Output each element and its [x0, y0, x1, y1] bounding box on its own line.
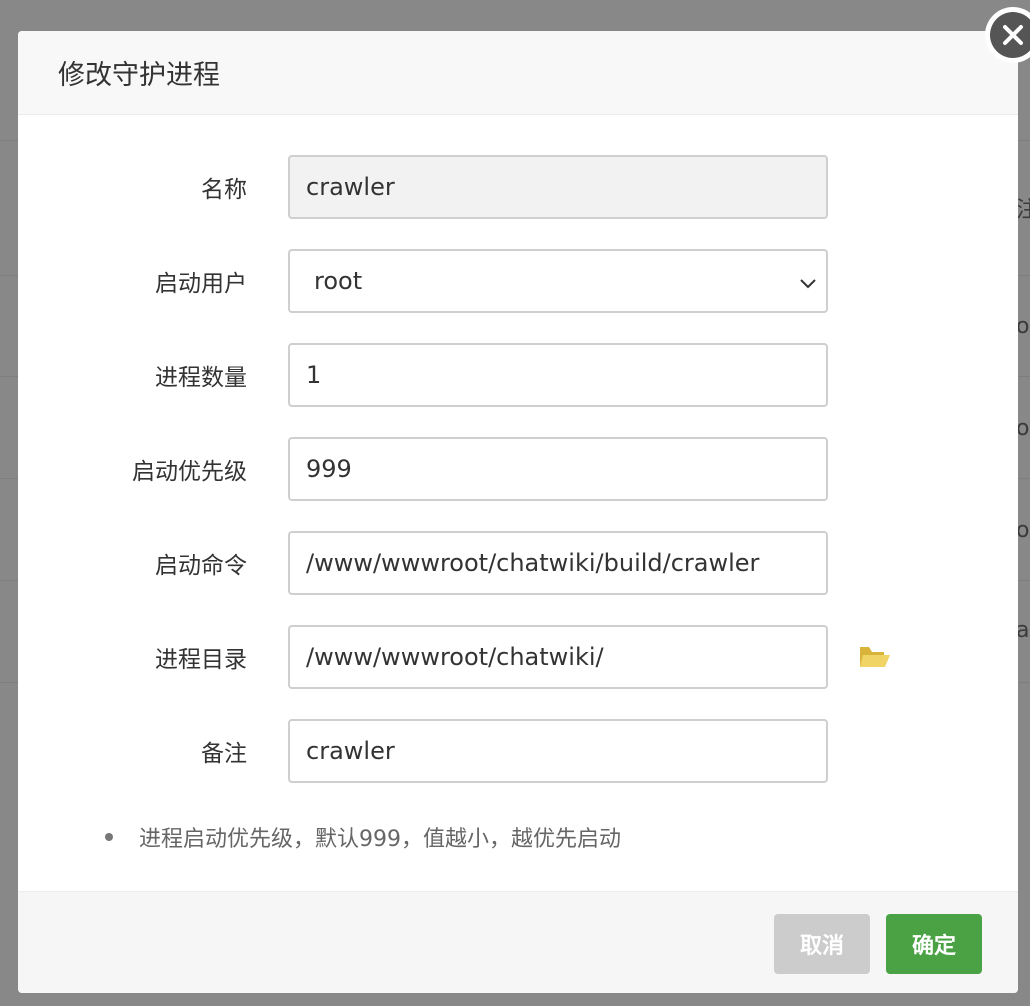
- form-row-command: 启动命令 /www/wwwroot/chatwiki/build/crawler: [18, 531, 1018, 595]
- remark-label: 备注: [201, 741, 247, 767]
- form-row-user: 启动用户 root: [18, 249, 1018, 313]
- dialog-footer: 取消 确定: [18, 891, 1018, 993]
- directory-input[interactable]: /www/wwwroot/chatwiki/: [288, 625, 828, 689]
- process-count-label: 进程数量: [155, 365, 247, 391]
- directory-value: /www/wwwroot/chatwiki/: [306, 643, 604, 671]
- chevron-down-icon: [800, 279, 816, 289]
- priority-tip: 进程启动优先级，默认999，值越小，越优先启动: [105, 821, 621, 853]
- process-count-value: 1: [306, 361, 322, 389]
- background-text: a: [1016, 618, 1030, 643]
- name-field: crawler: [288, 155, 828, 219]
- user-select[interactable]: root: [288, 249, 828, 313]
- folder-open-icon[interactable]: [859, 643, 891, 669]
- command-label: 启动命令: [155, 553, 247, 579]
- form-row-remark: 备注 crawler: [18, 719, 1018, 783]
- background-text: 注: [1016, 198, 1030, 223]
- background-text: o-: [1016, 314, 1030, 339]
- edit-daemon-dialog: 修改守护进程 名称 crawler 启动用户 root 进程数量 1 启动优先级…: [18, 31, 1018, 993]
- bullet-icon: [105, 833, 113, 841]
- user-label: 启动用户: [155, 271, 247, 297]
- process-count-input[interactable]: 1: [288, 343, 828, 407]
- close-icon: [990, 12, 1030, 58]
- priority-input[interactable]: 999: [288, 437, 828, 501]
- form-row-process-count: 进程数量 1: [18, 343, 1018, 407]
- background-text: o-: [1016, 518, 1030, 543]
- confirm-button[interactable]: 确定: [886, 914, 982, 974]
- cancel-button[interactable]: 取消: [774, 914, 870, 974]
- remark-value: crawler: [306, 737, 395, 765]
- form-row-name: 名称 crawler: [18, 155, 1018, 219]
- form-row-directory: 进程目录 /www/wwwroot/chatwiki/: [18, 625, 1018, 689]
- remark-input[interactable]: crawler: [288, 719, 828, 783]
- tip-text: 进程启动优先级，默认999，值越小，越优先启动: [139, 827, 621, 852]
- command-value: /www/wwwroot/chatwiki/build/crawler: [306, 549, 760, 577]
- directory-label: 进程目录: [155, 647, 247, 673]
- dialog-title: 修改守护进程: [58, 60, 220, 91]
- background-text: o-: [1016, 416, 1030, 441]
- user-select-value: root: [314, 267, 363, 295]
- name-value: crawler: [306, 173, 395, 201]
- form-row-priority: 启动优先级 999: [18, 437, 1018, 501]
- command-input[interactable]: /www/wwwroot/chatwiki/build/crawler: [288, 531, 828, 595]
- dialog-header: 修改守护进程: [18, 31, 1018, 115]
- name-label: 名称: [201, 177, 247, 203]
- priority-value: 999: [306, 455, 352, 483]
- priority-label: 启动优先级: [132, 459, 247, 485]
